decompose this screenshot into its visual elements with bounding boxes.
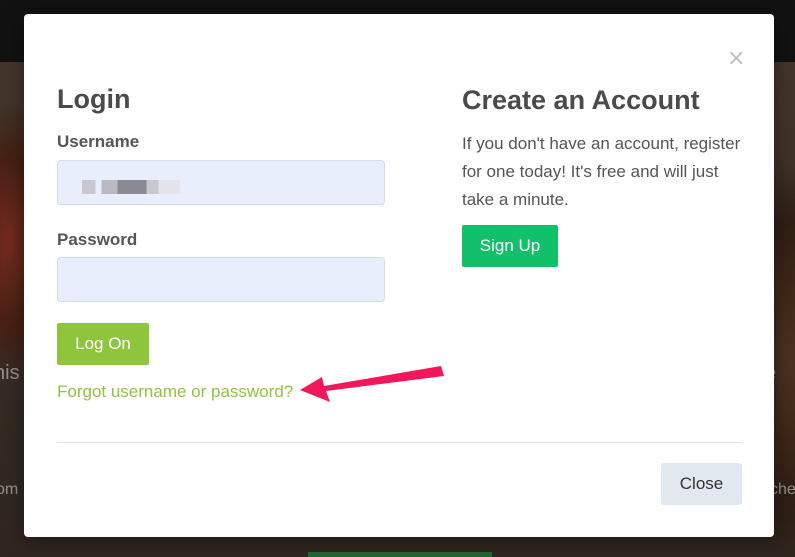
log-on-button[interactable]: Log On — [57, 323, 149, 365]
create-account-description: If you don't have an account, register f… — [462, 134, 741, 209]
footer-divider — [57, 442, 742, 443]
login-modal: × Login Username Password Log On Forgot … — [24, 14, 774, 537]
redacted-username-value — [82, 180, 180, 194]
username-input[interactable] — [57, 160, 385, 205]
close-button[interactable]: Close — [661, 463, 742, 505]
create-account-title: Create an Account — [462, 85, 700, 115]
close-icon[interactable]: × — [727, 48, 745, 70]
username-label: Username — [57, 132, 140, 151]
sign-up-button[interactable]: Sign Up — [462, 225, 558, 267]
password-label: Password — [57, 230, 138, 249]
login-title: Login — [57, 84, 131, 114]
password-input[interactable] — [57, 257, 385, 302]
forgot-credentials-link[interactable]: Forgot username or password? — [57, 382, 293, 402]
